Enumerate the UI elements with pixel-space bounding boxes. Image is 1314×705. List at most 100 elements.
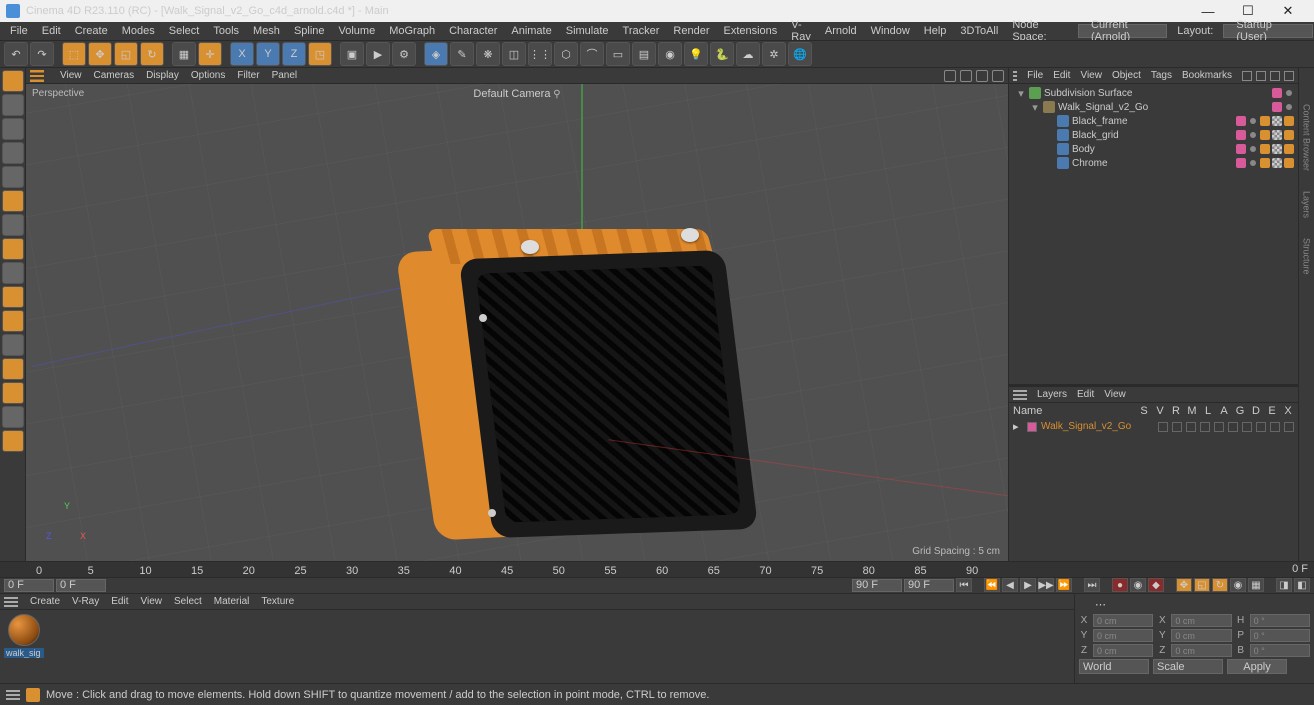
light-button[interactable]: 💡 [684,42,708,66]
key-all-button[interactable]: ◧ [1294,578,1310,592]
workplane-tool[interactable] [2,142,24,164]
minimize-button[interactable]: — [1188,4,1228,19]
rotate-tool[interactable]: ↻ [140,42,164,66]
texture-tool[interactable] [2,118,24,140]
workplane2-tool[interactable] [2,334,24,356]
coord-field[interactable]: 0 cm [1093,629,1153,642]
coord-field[interactable]: 0 cm [1171,614,1231,627]
coord-field[interactable]: 0 cm [1171,644,1231,657]
render-view-button[interactable]: ▣ [340,42,364,66]
frame-current-field[interactable]: 0 F [56,579,106,592]
x-axis-button[interactable]: X [230,42,254,66]
coord-field[interactable]: 0 cm [1093,614,1153,627]
menu-help[interactable]: Help [918,25,953,37]
layer-name[interactable]: Walk_Signal_v2_Go [1041,421,1154,432]
key-sel-button[interactable]: ◨ [1276,578,1292,592]
maximize-button[interactable]: ☐ [1228,3,1268,19]
undo-button[interactable]: ↶ [4,42,28,66]
obj-menu-icon[interactable] [1013,71,1017,81]
menu-mesh[interactable]: Mesh [247,25,286,37]
obj-flat-icon[interactable] [1270,71,1280,81]
layers-menu-icon[interactable] [1013,390,1027,400]
tree-row[interactable]: Black_grid [1011,128,1296,142]
menu-tools[interactable]: Tools [207,25,245,37]
vp-view[interactable]: View [60,70,82,81]
script-button[interactable]: ☁ [736,42,760,66]
tab-layers[interactable]: Layers [1302,185,1312,224]
coord-field[interactable]: 0 ° [1250,614,1310,627]
vp-nav2-icon[interactable] [960,70,972,82]
mat-edit[interactable]: Edit [111,596,128,607]
python-button[interactable]: 🐍 [710,42,734,66]
menu-arnold[interactable]: Arnold [819,25,863,37]
object-tool[interactable] [2,166,24,188]
obj-search-icon[interactable] [1242,71,1252,81]
material-item[interactable]: walk_sig [4,614,44,679]
menu-modes[interactable]: Modes [116,25,161,37]
obj-bookmarks[interactable]: Bookmarks [1182,70,1232,81]
vp-cameras[interactable]: Cameras [94,70,135,81]
menu-render[interactable]: Render [667,25,715,37]
mat-create[interactable]: Create [30,596,60,607]
viewport-model[interactable] [406,214,756,561]
bend-button[interactable]: ⌒ [580,42,604,66]
coord-field[interactable]: 0 ° [1250,644,1310,657]
mat-texture[interactable]: Texture [261,596,294,607]
vp-filter[interactable]: Filter [237,70,259,81]
extrude-button[interactable]: ◫ [502,42,526,66]
frame-start-field[interactable]: 0 F [4,579,54,592]
prev-frame-button[interactable]: ◀ [1002,578,1018,592]
cloner-button[interactable]: ⬡ [554,42,578,66]
keyframe-button[interactable]: ◆ [1148,578,1164,592]
obj-filter-icon[interactable] [1256,71,1266,81]
menu-3dtoall[interactable]: 3DToAll [954,25,1004,37]
camera-button[interactable]: ▭ [606,42,630,66]
tag-button[interactable]: ◉ [658,42,682,66]
tree-row[interactable]: ▾Walk_Signal_v2_Go [1011,100,1296,114]
move-tool[interactable]: ✥ [88,42,112,66]
menu-window[interactable]: Window [865,25,916,37]
tab-content-browser[interactable]: Content Browser [1302,98,1312,177]
floor-button[interactable]: ▤ [632,42,656,66]
layer-color-swatch[interactable] [1027,422,1037,432]
next-key-button[interactable]: ⏩ [1056,578,1072,592]
record-button[interactable]: ● [1112,578,1128,592]
layers-edit[interactable]: Edit [1077,389,1094,400]
tab-structure[interactable]: Structure [1302,232,1312,281]
edge-tool[interactable] [2,214,24,236]
menu-create[interactable]: Create [69,25,114,37]
coord-field[interactable]: 0 cm [1171,629,1231,642]
menu-animate[interactable]: Animate [505,25,557,37]
key-scale-button[interactable]: ◱ [1194,578,1210,592]
mat-view[interactable]: View [140,596,162,607]
scale-tool[interactable]: ◱ [114,42,138,66]
frame-max-field[interactable]: 90 F [904,579,954,592]
z-axis-button[interactable]: Z [282,42,306,66]
viewport-solo-tool[interactable] [2,286,24,308]
select-tool[interactable]: ⬚ [62,42,86,66]
viewport-menu-icon[interactable] [30,70,44,82]
menu-mograph[interactable]: MoGraph [383,25,441,37]
planar-workplane-tool[interactable] [2,382,24,404]
recent-tool[interactable]: ▦ [172,42,196,66]
mat-select[interactable]: Select [174,596,202,607]
menu-select[interactable]: Select [163,25,206,37]
nodespace-dropdown[interactable]: Current (Arnold) [1078,24,1167,38]
array-button[interactable]: ⋮⋮ [528,42,552,66]
y-axis-button[interactable]: Y [256,42,280,66]
model-tool[interactable] [2,94,24,116]
cube-primitive[interactable]: ◈ [424,42,448,66]
obj-path-icon[interactable] [1284,71,1294,81]
obj-tags[interactable]: Tags [1151,70,1172,81]
quantize-tool[interactable] [2,406,24,428]
coord-scale-dropdown[interactable]: Scale [1153,659,1223,674]
coord-field[interactable]: 0 cm [1093,644,1153,657]
coord-system-button[interactable]: ◳ [308,42,332,66]
render-settings-button[interactable]: ⚙ [392,42,416,66]
viewport[interactable]: Perspective Default Camera ⚲ Y X Z Gr [26,84,1008,561]
key-param-button[interactable]: ◉ [1230,578,1246,592]
menu-tracker[interactable]: Tracker [617,25,666,37]
point-tool[interactable] [2,190,24,212]
vp-nav1-icon[interactable] [944,70,956,82]
layout-dropdown[interactable]: Startup (User) [1223,24,1312,38]
